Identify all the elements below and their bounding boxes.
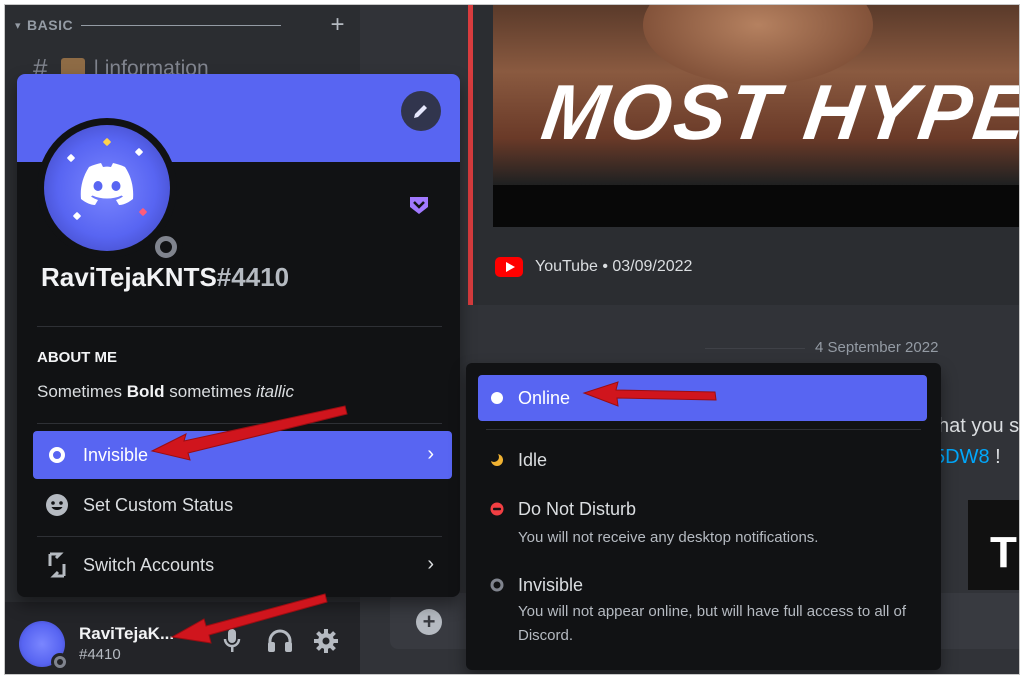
add-channel-icon[interactable]: + (330, 11, 345, 39)
status-option-invisible[interactable]: Invisible You will not appear online, bu… (478, 563, 927, 659)
divider (37, 423, 442, 424)
edit-profile-button[interactable] (401, 91, 441, 131)
embed-provider: YouTube • 03/09/2022 (495, 257, 692, 277)
video-thumbnail[interactable]: MOST HYPED (493, 5, 1020, 227)
divider (486, 429, 921, 430)
switch-accounts-icon (43, 551, 71, 579)
gear-icon[interactable] (311, 626, 341, 656)
idle-moon-icon (490, 453, 503, 466)
online-label: Online (518, 388, 571, 408)
discord-window: ▾ BASIC + # | information MOST HYPED You… (4, 4, 1020, 675)
invisible-description: You will not appear online, but will hav… (518, 603, 907, 644)
about-me-heading: ABOUT ME (37, 349, 117, 366)
status-menu-label: Invisible (83, 444, 149, 465)
set-custom-status-item[interactable]: Set Custom Status (33, 481, 452, 529)
dnd-icon (490, 502, 504, 516)
status-invisible-icon (51, 653, 69, 671)
invisible-status-icon (490, 578, 504, 592)
user-panel-name[interactable]: RaviTejaK... (79, 624, 174, 644)
dnd-label: Do Not Disturb (518, 499, 637, 519)
status-option-online[interactable]: Online (478, 375, 927, 421)
discord-logo-icon (80, 163, 134, 205)
category-label: BASIC (27, 17, 74, 33)
about-bold: Bold (126, 382, 165, 401)
status-option-dnd[interactable]: Do Not Disturb You will not receive any … (478, 487, 927, 557)
switch-accounts-label: Switch Accounts (83, 554, 215, 575)
about-prefix: Sometimes (37, 382, 127, 401)
thumbnail-title: MOST HYPED (536, 68, 1020, 156)
switch-accounts-item[interactable]: Switch Accounts › (33, 541, 452, 589)
discriminator-text: #4410 (216, 262, 290, 292)
about-middle: sometimes (164, 382, 257, 401)
category-divider (81, 24, 282, 26)
about-me-text: Sometimes Bold sometimes itallic (37, 382, 294, 402)
profile-username: RaviTejaKNTS#4410 (41, 262, 289, 293)
microphone-icon[interactable] (217, 626, 247, 656)
smile-icon (43, 491, 71, 519)
message-link-suffix: ! (989, 446, 1001, 468)
avatar (44, 125, 170, 251)
pencil-icon (414, 105, 427, 118)
custom-status-label: Set Custom Status (83, 494, 234, 515)
about-italic: itallic (256, 382, 294, 401)
add-attachment-icon[interactable]: + (416, 609, 442, 635)
status-menu-item[interactable]: Invisible › (33, 431, 452, 479)
nitro-badge-icon[interactable] (408, 195, 430, 220)
idle-label: Idle (518, 450, 548, 470)
date-divider: 4 September 2022 (704, 339, 939, 356)
status-submenu: Online Idle Do Not Disturb You will not … (466, 363, 941, 670)
youtube-embed: MOST HYPED YouTube • 03/09/2022 (468, 5, 1020, 305)
thumbnail-bar (493, 185, 1019, 227)
youtube-icon (495, 257, 523, 277)
headphones-icon[interactable] (265, 626, 295, 656)
profile-avatar[interactable] (37, 118, 183, 264)
user-panel-tag: #4410 (79, 646, 121, 663)
dnd-description: You will not receive any desktop notific… (518, 529, 819, 546)
message-link[interactable]: 5DW8 (934, 446, 990, 468)
divider (37, 536, 442, 537)
invisible-status-icon (43, 441, 71, 469)
message-text-partial: hat you s (938, 415, 1020, 437)
status-invisible-icon (149, 230, 183, 264)
profile-popout: RaviTejaKNTS#4410 ABOUT ME Sometimes Bol… (17, 74, 460, 597)
username-text: RaviTejaKNTS (41, 262, 217, 292)
embed-provider-text: YouTube • 03/09/2022 (535, 258, 693, 275)
chevron-right-icon: › (427, 443, 434, 465)
chevron-down-icon: ▾ (15, 19, 22, 32)
category-basic[interactable]: ▾ BASIC + (15, 11, 345, 38)
message-link-partial: 5DW8 ! (934, 446, 1001, 469)
user-panel: RaviTejaK... #4410 (5, 602, 360, 674)
partial-embed: T (968, 500, 1019, 590)
invisible-label: Invisible (518, 575, 584, 595)
status-option-idle[interactable]: Idle (478, 437, 927, 483)
online-dot-icon (491, 392, 503, 404)
divider (37, 326, 442, 327)
chevron-right-icon: › (427, 553, 434, 575)
